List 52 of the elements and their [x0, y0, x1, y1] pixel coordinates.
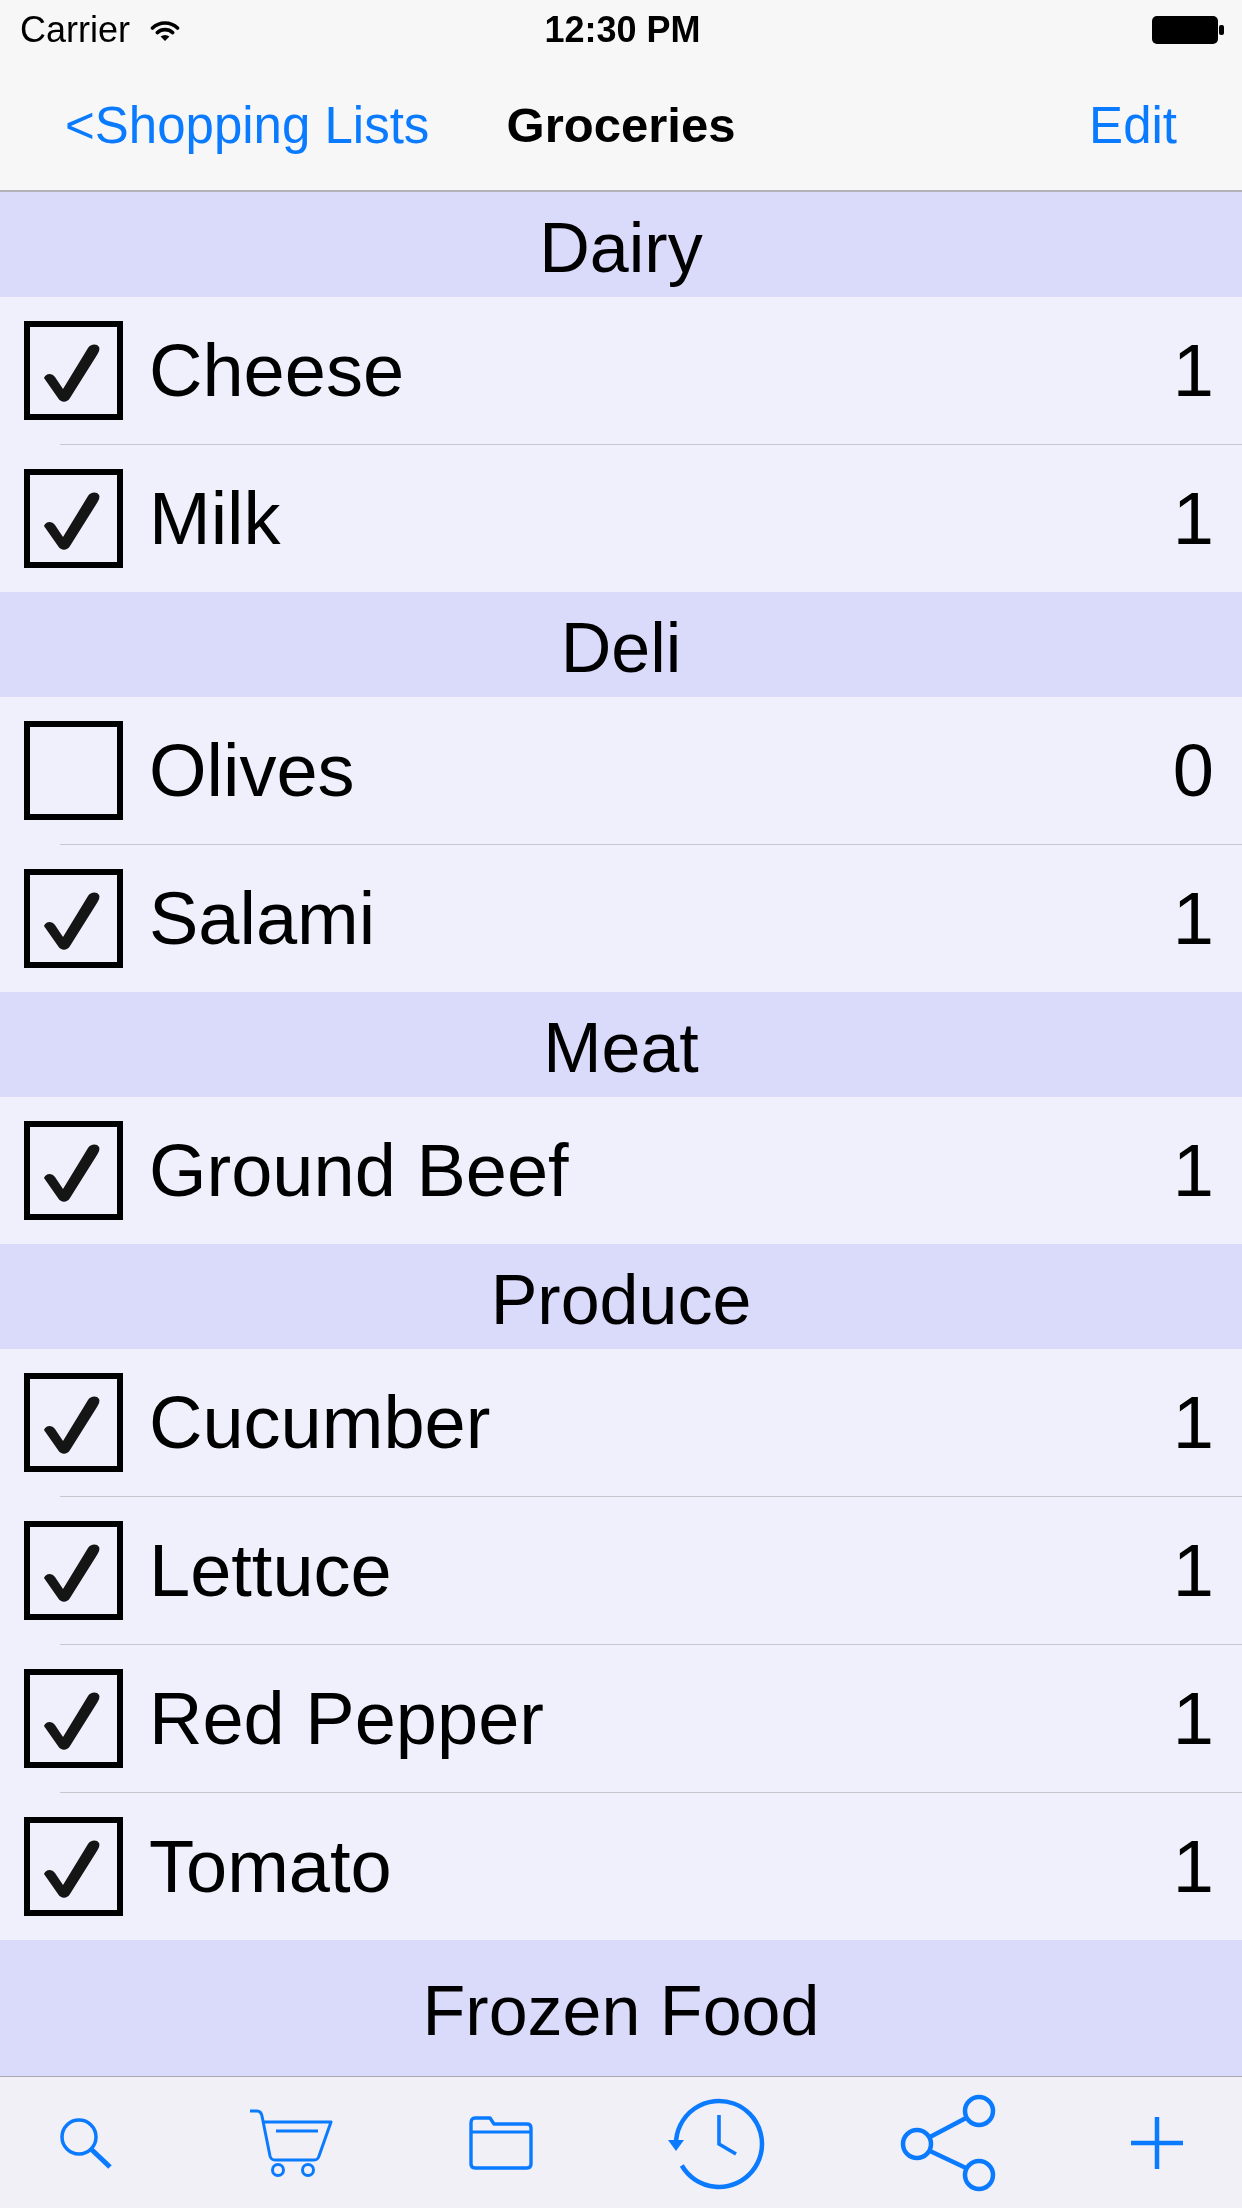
- add-icon[interactable]: [1131, 2116, 1183, 2169]
- screen-title: Groceries: [506, 97, 736, 153]
- item-name: Milk: [149, 476, 282, 561]
- check-icon: [41, 1839, 100, 1898]
- back-button[interactable]: <Shopping Lists: [65, 95, 430, 155]
- checkbox[interactable]: [24, 1669, 123, 1768]
- check-icon: [41, 343, 100, 402]
- quantity-label: 1: [1172, 1824, 1214, 1909]
- clock-time: 12:30 PM: [544, 9, 701, 51]
- quantity-label: 1: [1172, 476, 1214, 561]
- check-icon: [41, 1543, 100, 1602]
- item-name: Red Pepper: [149, 1676, 545, 1761]
- folder-icon[interactable]: [468, 2115, 533, 2170]
- check-icon: [41, 1143, 100, 1202]
- item-name: Salami: [149, 876, 377, 961]
- quantity-label: 1: [1172, 1128, 1214, 1213]
- wifi-icon: [150, 18, 180, 42]
- quantity-label: 1: [1172, 876, 1214, 961]
- checkbox[interactable]: [24, 1373, 123, 1472]
- quantity-label: 0: [1172, 728, 1214, 813]
- quantity-label: 1: [1172, 1676, 1214, 1761]
- check-icon: [41, 891, 100, 950]
- checkbox[interactable]: [24, 869, 123, 968]
- checkbox[interactable]: [24, 1521, 123, 1620]
- section-header: Meat: [0, 992, 1242, 1097]
- item-name: Ground Beef: [149, 1128, 570, 1213]
- cart-icon[interactable]: [247, 2107, 334, 2178]
- section-header: Frozen Food: [0, 1940, 1242, 2076]
- share-icon[interactable]: [900, 2093, 997, 2192]
- item-name: Tomato: [149, 1824, 393, 1909]
- checkbox[interactable]: [24, 721, 123, 820]
- section-header: Dairy: [0, 192, 1242, 297]
- section-header: Produce: [0, 1244, 1242, 1349]
- item-name: Cucumber: [149, 1380, 492, 1465]
- item-name: Cheese: [149, 328, 406, 413]
- carrier-label: Carrier: [20, 9, 130, 51]
- checkbox[interactable]: [24, 1121, 123, 1220]
- edit-button[interactable]: Edit: [1089, 95, 1177, 155]
- item-name: Lettuce: [149, 1528, 393, 1613]
- check-icon: [41, 491, 100, 550]
- checkbox[interactable]: [24, 469, 123, 568]
- search-icon[interactable]: [59, 2116, 113, 2169]
- check-icon: [41, 1395, 100, 1454]
- battery-icon: [1151, 15, 1225, 45]
- section-header: Deli: [0, 592, 1242, 697]
- item-name: Olives: [149, 728, 356, 813]
- checkbox[interactable]: [24, 1817, 123, 1916]
- quantity-label: 1: [1172, 1528, 1214, 1613]
- check-icon: [41, 1691, 100, 1750]
- quantity-label: 1: [1172, 328, 1214, 413]
- quantity-label: 1: [1172, 1380, 1214, 1465]
- checkbox[interactable]: [24, 321, 123, 420]
